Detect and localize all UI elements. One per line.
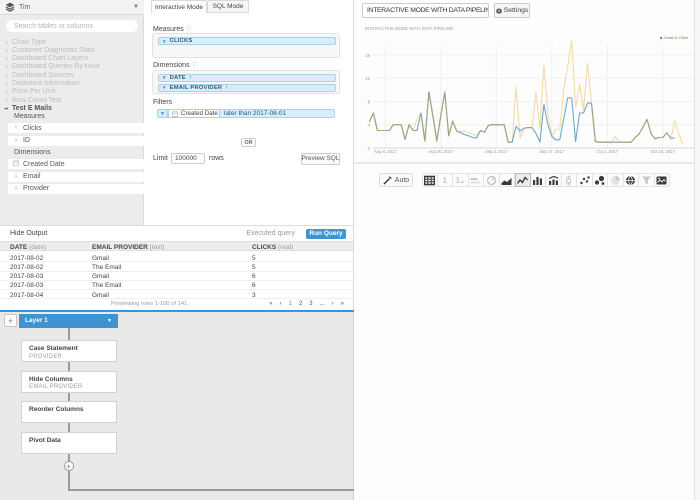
svg-text:Sep 17, 2017: Sep 17, 2017 <box>539 149 565 154</box>
svg-text:Aug 20, 2017: Aug 20, 2017 <box>428 149 454 154</box>
svg-text:0: 0 <box>368 146 371 151</box>
svg-text:16: 16 <box>365 53 370 58</box>
svg-text:Oct 1, 2017: Oct 1, 2017 <box>596 149 618 154</box>
svg-text:Aug 6, 2017: Aug 6, 2017 <box>374 149 397 154</box>
svg-text:8: 8 <box>368 99 371 104</box>
svg-text:Sep 3, 2017: Sep 3, 2017 <box>485 149 508 154</box>
svg-text:12: 12 <box>365 76 370 81</box>
svg-text:4: 4 <box>368 123 371 128</box>
svg-text:Oct 15, 2017: Oct 15, 2017 <box>651 149 676 154</box>
